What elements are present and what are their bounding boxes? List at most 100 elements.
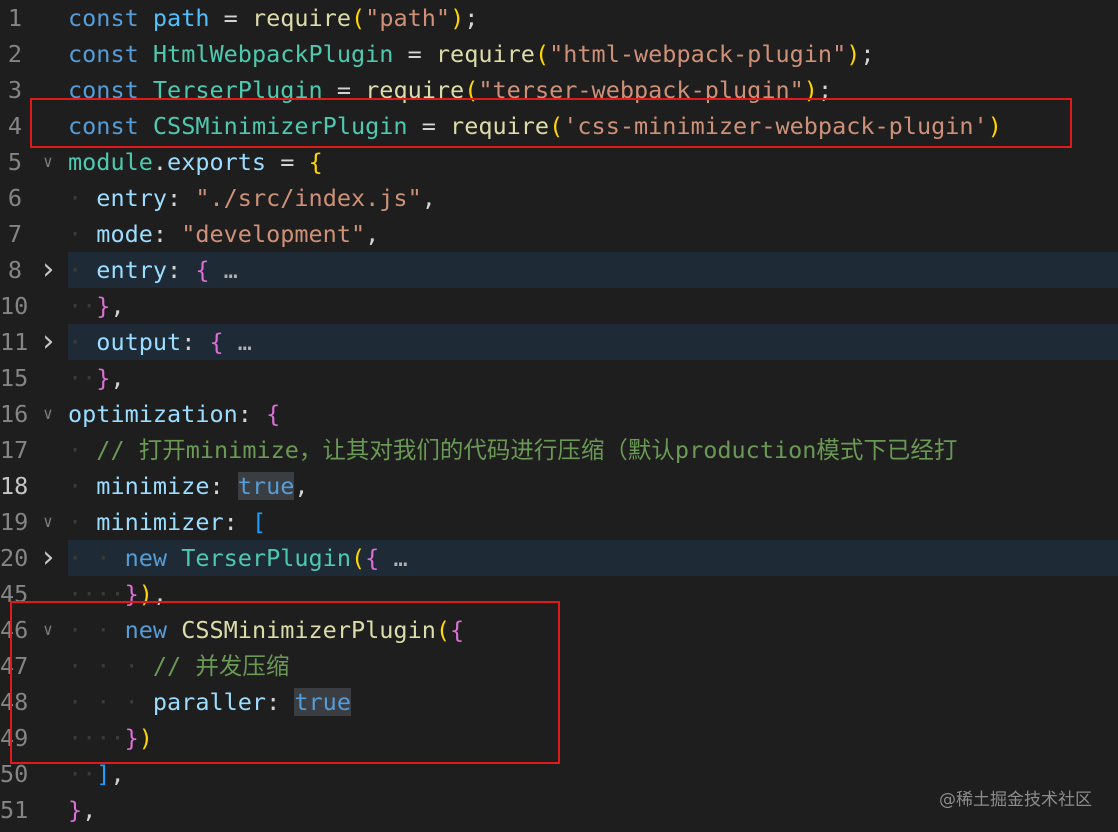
code-line[interactable]: 1 const path = require("path");: [0, 0, 1118, 36]
code-token: ·: [68, 472, 97, 500]
fold-chevron-right-icon[interactable]: ›: [38, 540, 58, 576]
code-token: exports: [167, 148, 267, 176]
code-token: output: [96, 328, 182, 356]
code-line[interactable]: 11 › · output: { …: [0, 324, 1118, 360]
code-token: }: [96, 292, 111, 320]
code-text: ··},: [68, 288, 125, 324]
line-number: 16: [0, 400, 29, 428]
code-token: const: [68, 4, 139, 32]
code-token: =: [407, 40, 422, 68]
code-line[interactable]: 20 › · · new TerserPlugin({ …: [0, 540, 1118, 576]
code-token: {: [365, 544, 380, 572]
code-token: ,: [110, 364, 125, 392]
fold-chevron-down-icon[interactable]: ∨: [38, 144, 58, 180]
code-line[interactable]: 6 · entry: "./src/index.js",: [0, 180, 1118, 216]
code-token: {: [308, 148, 323, 176]
code-token: (: [351, 4, 366, 32]
code-line[interactable]: 2 const HtmlWebpackPlugin = require("html…: [0, 36, 1118, 72]
code-text: optimization: {: [68, 396, 280, 432]
line-number: 1: [7, 4, 22, 32]
code-token: ,: [294, 472, 309, 500]
line-number: 2: [7, 40, 22, 68]
code-token: =: [280, 148, 295, 176]
highlight-box-plugin: [10, 601, 560, 764]
code-line[interactable]: 5 ∨ module.exports = {: [0, 144, 1118, 180]
code-text: · entry: "./src/index.js",: [68, 180, 436, 216]
line-number: 11: [0, 328, 29, 356]
code-line[interactable]: 17 · // 打开minimize，让其对我们的代码进行压缩（默认product…: [0, 432, 1118, 468]
code-token: · ·: [68, 544, 125, 572]
code-text: · minimizer: [: [68, 504, 266, 540]
code-token: "path": [365, 4, 451, 32]
line-number: 3: [7, 76, 22, 104]
code-token: ,: [365, 220, 380, 248]
code-token: :: [167, 256, 182, 284]
code-line[interactable]: 19 ∨ · minimizer: [: [0, 504, 1118, 540]
code-token: {: [195, 256, 210, 284]
code-token: // 打开minimize，让其对我们的代码进行压缩（默认production模…: [96, 436, 958, 464]
line-number: 6: [7, 184, 22, 212]
code-token: true: [237, 472, 295, 500]
code-token: require: [435, 40, 535, 68]
code-token: ·: [68, 328, 97, 356]
code-token: ··: [68, 292, 97, 320]
code-token: {: [266, 400, 281, 428]
code-token: optimization: [68, 400, 238, 428]
code-text: },: [68, 792, 96, 828]
code-token: ,: [421, 184, 436, 212]
code-token: ·: [68, 184, 97, 212]
code-token: .: [152, 148, 168, 176]
code-token: minimize: [96, 472, 210, 500]
code-line[interactable]: 7 · mode: "development",: [0, 216, 1118, 252]
code-token: ·: [68, 220, 97, 248]
code-token: ··: [68, 760, 97, 788]
code-token: ;: [464, 4, 479, 32]
code-line[interactable]: 15 ··},: [0, 360, 1118, 396]
fold-chevron-right-icon[interactable]: ›: [38, 252, 58, 288]
line-number: 10: [0, 292, 29, 320]
fold-chevron-down-icon[interactable]: ∨: [38, 504, 58, 540]
code-token: ,: [82, 796, 97, 824]
code-token: require: [251, 4, 352, 32]
line-number: 5: [7, 148, 22, 176]
code-text: · mode: "development",: [68, 216, 379, 252]
code-token: entry: [96, 256, 168, 284]
line-number: 8: [7, 256, 22, 284]
code-text: · output: { …: [68, 324, 252, 360]
code-token: path: [152, 4, 210, 32]
fold-chevron-down-icon[interactable]: ∨: [38, 396, 58, 432]
code-token: ·: [68, 436, 97, 464]
code-token: :: [223, 508, 238, 536]
code-line[interactable]: 10 ··},: [0, 288, 1118, 324]
line-number: 15: [0, 364, 29, 392]
code-token: ;: [860, 40, 875, 68]
line-number: 17: [0, 436, 29, 464]
code-token: ): [450, 4, 465, 32]
code-text: module.exports = {: [68, 144, 323, 180]
code-token: …: [209, 256, 238, 284]
code-line[interactable]: 16 ∨ optimization: {: [0, 396, 1118, 432]
line-number: 51: [0, 796, 29, 824]
code-token: ··: [68, 364, 97, 392]
code-token: ]: [96, 760, 111, 788]
code-token: :: [237, 400, 252, 428]
code-token: [: [251, 508, 267, 536]
code-token: (: [534, 40, 550, 68]
code-token: ,: [110, 292, 125, 320]
code-line[interactable]: 8 › · entry: { …: [0, 252, 1118, 288]
code-token: minimizer: [96, 508, 224, 536]
code-token: …: [379, 544, 408, 572]
code-token: {: [209, 328, 224, 356]
highlight-box-import: [30, 98, 1072, 148]
code-line[interactable]: 18 · minimize: true,: [0, 468, 1118, 504]
code-token: TerserPlugin: [181, 544, 351, 572]
fold-chevron-right-icon[interactable]: ›: [38, 324, 58, 360]
